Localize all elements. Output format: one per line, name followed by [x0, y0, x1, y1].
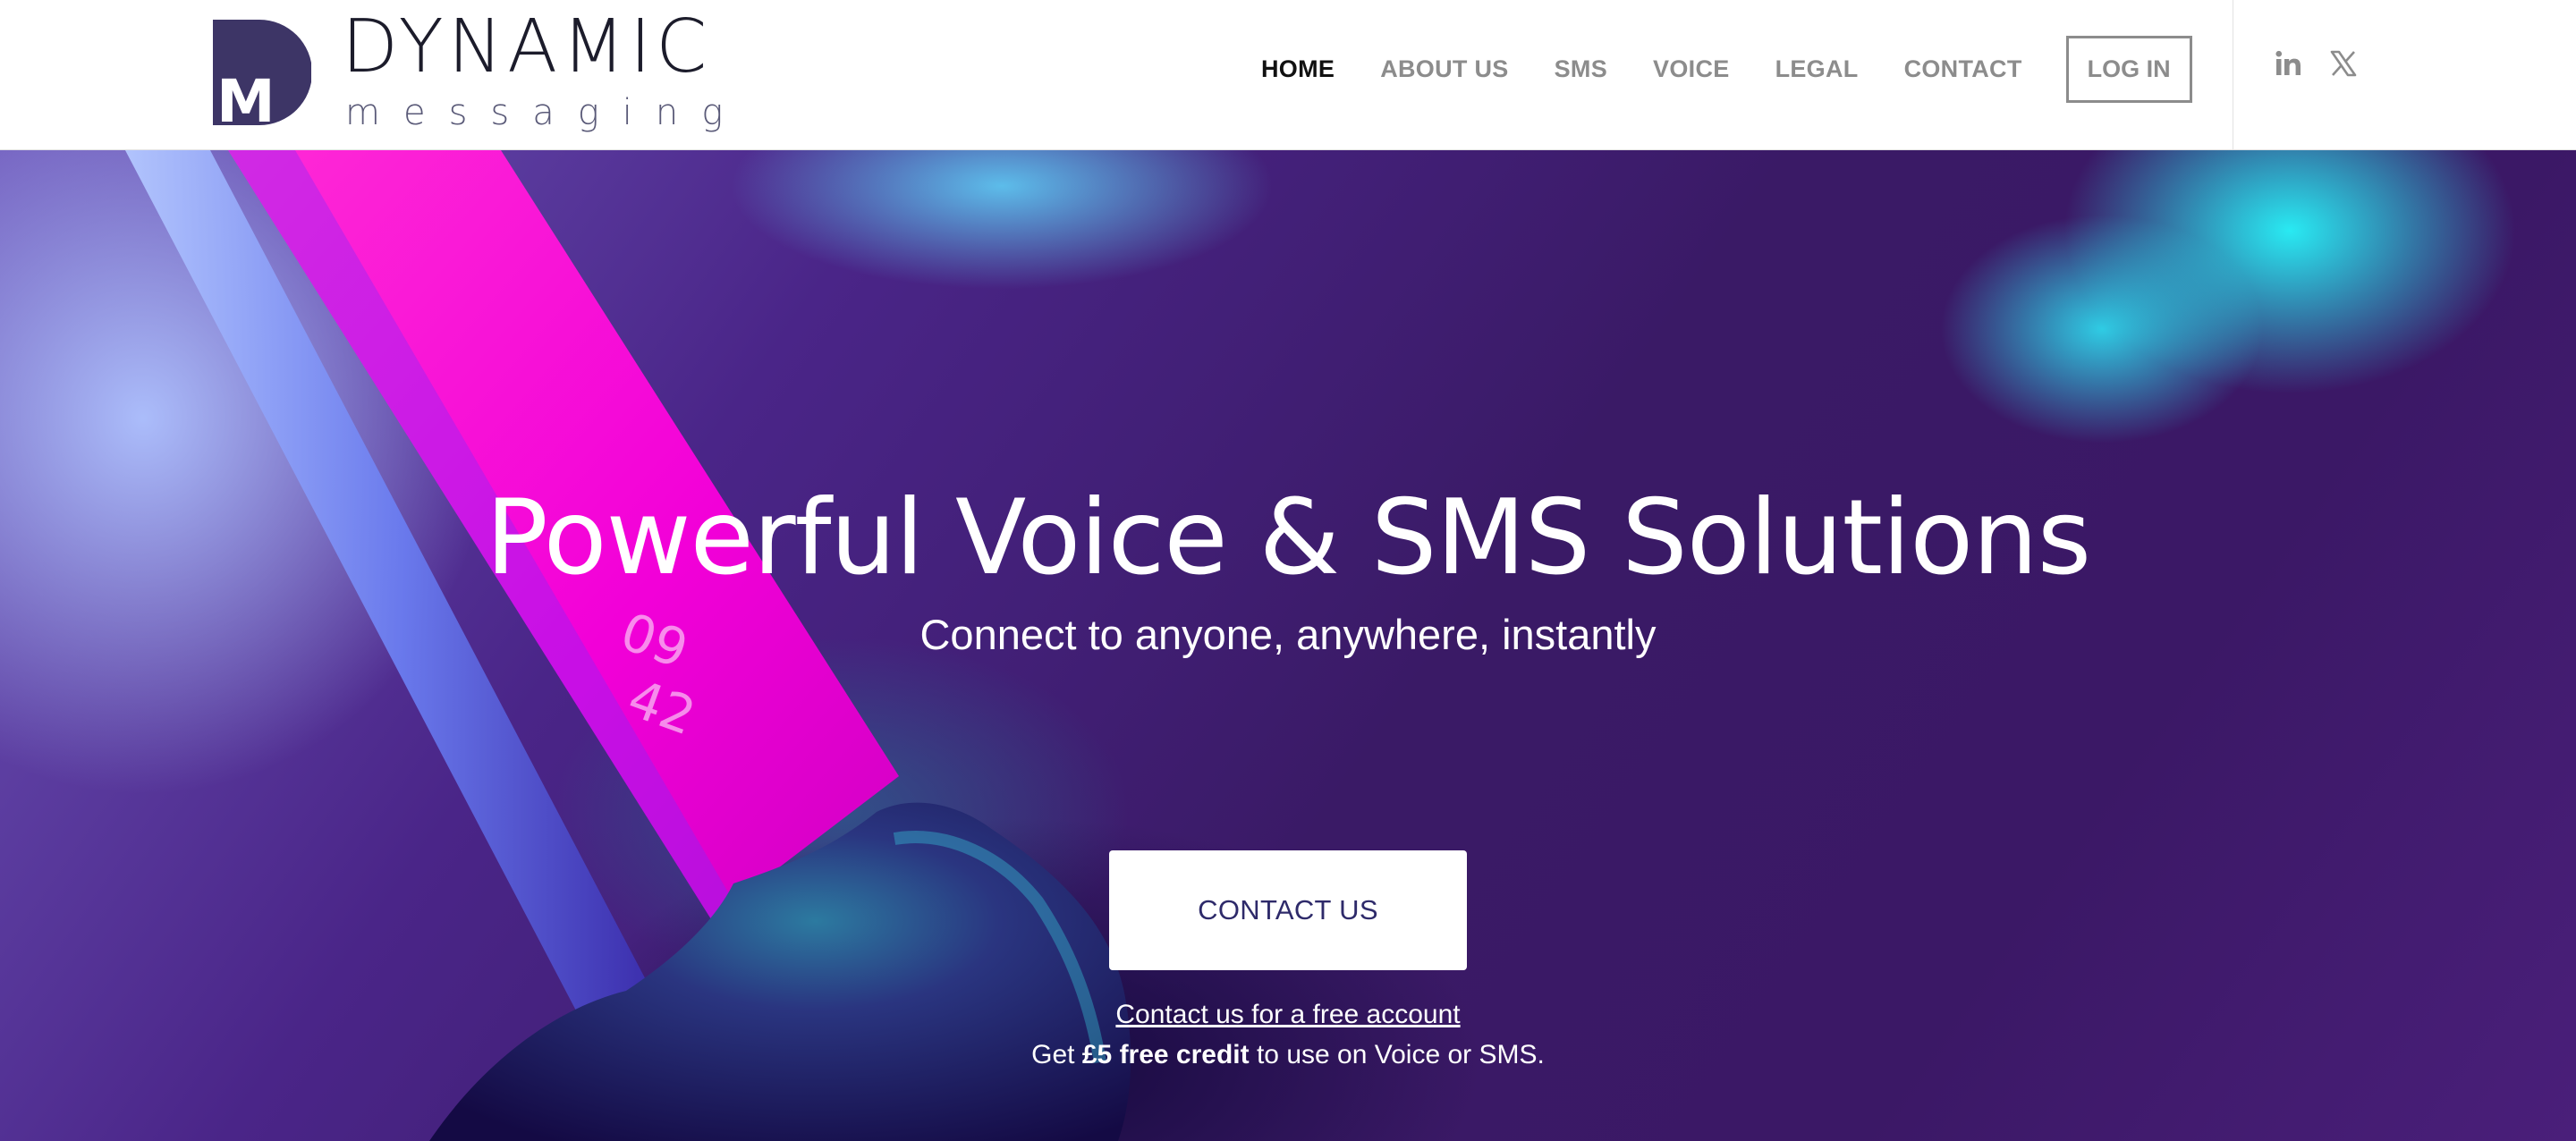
- credit-line: Get £5 free credit to use on Voice or SM…: [0, 1040, 2576, 1070]
- nav-contact[interactable]: CONTACT: [1904, 55, 2022, 83]
- hero-content: Powerful Voice & SMS Solutions Connect t…: [0, 150, 2576, 1141]
- site-header: M DYNAMIC messaging HOME ABOUT US SMS VO…: [0, 0, 2576, 150]
- hero-title: Powerful Voice & SMS Solutions: [485, 478, 2091, 598]
- main-nav: HOME ABOUT US SMS VOICE LEGAL CONTACT LO…: [1261, 35, 2192, 103]
- contact-us-button[interactable]: CONTACT US: [1109, 850, 1467, 970]
- nav-sms[interactable]: SMS: [1555, 55, 1607, 83]
- logo-mark-icon: M: [213, 20, 311, 125]
- credit-suffix: to use on Voice or SMS.: [1249, 1040, 1545, 1069]
- credit-prefix: Get: [1031, 1040, 1082, 1069]
- svg-text:M: M: [216, 67, 275, 125]
- free-account-link-text[interactable]: Contact us for a free account: [1115, 1000, 1460, 1029]
- credit-amount: £5 free credit: [1081, 1040, 1250, 1069]
- nav-about-us[interactable]: ABOUT US: [1380, 55, 1508, 83]
- hero-subtitle: Connect to anyone, anywhere, instantly: [919, 611, 1657, 658]
- logo-tagline: messaging: [345, 92, 747, 133]
- social-links: [2275, 50, 2385, 77]
- login-button[interactable]: LOG IN: [2065, 35, 2192, 103]
- logo-wordmark: DYNAMIC: [342, 4, 712, 89]
- x-icon[interactable]: [2330, 50, 2357, 77]
- nav-home[interactable]: HOME: [1261, 55, 1335, 83]
- free-account-link: Contact us for a free account: [0, 1000, 2576, 1030]
- logo[interactable]: M DYNAMIC messaging: [213, 11, 732, 132]
- hero-section: 09 42 Powerful Voice & SMS Solutions Con…: [0, 150, 2576, 1141]
- nav-legal[interactable]: LEGAL: [1775, 55, 1859, 83]
- nav-voice[interactable]: VOICE: [1653, 55, 1730, 83]
- linkedin-icon[interactable]: [2275, 50, 2302, 77]
